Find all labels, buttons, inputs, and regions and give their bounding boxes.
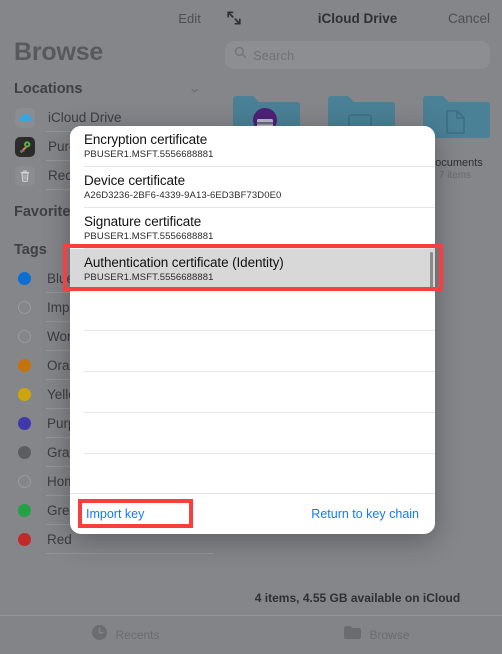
section-header-locations-label: Locations	[14, 81, 83, 97]
certificate-row-empty	[70, 290, 435, 331]
tag-color-dot	[18, 301, 31, 314]
certificate-title: Encryption certificate	[84, 132, 208, 147]
tag-color-dot	[18, 504, 31, 517]
chevron-down-icon[interactable]: ⌄	[188, 83, 200, 95]
certificate-row-device[interactable]: Device certificate A26D3236-2BF6-4339-9A…	[70, 167, 435, 208]
certificate-row-signature[interactable]: Signature certificate PBUSER1.MSFT.55566…	[70, 208, 435, 249]
certificate-title: Device certificate	[84, 173, 185, 188]
tag-color-dot	[18, 417, 31, 430]
sidebar-item-label: iCloud Drive	[48, 110, 122, 125]
search-icon	[234, 46, 247, 64]
tag-color-dot	[18, 330, 31, 343]
section-header-locations[interactable]: Locations ⌄	[0, 67, 213, 103]
tag-color-dot	[18, 272, 31, 285]
section-header-tags-label: Tags	[14, 242, 47, 258]
import-key-button[interactable]: Import key	[86, 507, 144, 521]
tag-label: Red	[47, 532, 72, 547]
tag-color-dot	[18, 446, 31, 459]
return-to-key-chain-button[interactable]: Return to key chain	[311, 507, 419, 521]
certificate-row-empty	[70, 454, 435, 495]
certificate-row-empty	[70, 331, 435, 372]
certificate-title: Authentication certificate (Identity)	[84, 255, 284, 270]
status-text: 4 items, 4.55 GB available on iCloud	[254, 591, 461, 605]
trash-icon	[14, 165, 36, 187]
certificate-row-empty	[70, 372, 435, 413]
tab-bar: Recents Browse	[0, 615, 502, 654]
tab-recents-label: Recents	[115, 628, 160, 642]
tab-recents[interactable]: Recents	[0, 616, 251, 654]
page-title: Browse	[14, 38, 104, 66]
search-placeholder: Search	[253, 47, 295, 63]
tag-color-dot	[18, 359, 31, 372]
certificate-subtitle: PBUSER1.MSFT.5556688881	[84, 272, 214, 283]
divider	[46, 553, 213, 554]
certificate-row-empty	[70, 413, 435, 454]
tab-browse[interactable]: Browse	[251, 616, 502, 654]
sidebar-topbar: Edit	[0, 0, 213, 36]
content-topbar: iCloud Drive Cancel	[213, 0, 502, 36]
modal-footer: Import key Return to key chain	[70, 493, 435, 534]
folder-icon	[343, 624, 362, 646]
tag-color-dot	[18, 388, 31, 401]
tag-color-dot	[18, 475, 31, 488]
section-header-favorites-label: Favorites	[14, 204, 79, 220]
search-input[interactable]: Search	[225, 41, 490, 69]
certificate-picker-modal: Encryption certificate PBUSER1.MSFT.5556…	[70, 126, 435, 534]
certificate-subtitle: PBUSER1.MSFT.5556688881	[84, 231, 214, 242]
scrollbar-thumb[interactable]	[429, 252, 433, 288]
certificate-subtitle: PBUSER1.MSFT.5556688881	[84, 149, 214, 160]
certificate-subtitle: A26D3236-2BF6-4339-9A13-6ED3BF73D0E0	[84, 190, 282, 201]
certificate-list[interactable]: Encryption certificate PBUSER1.MSFT.5556…	[70, 126, 435, 495]
tag-color-dot	[18, 533, 31, 546]
edit-button[interactable]: Edit	[178, 11, 201, 26]
certificate-row-authentication[interactable]: Authentication certificate (Identity) PB…	[70, 249, 435, 290]
tab-browse-label: Browse	[369, 628, 410, 642]
icloud-icon	[14, 107, 36, 129]
purebred-app-icon	[14, 136, 36, 158]
clock-icon	[91, 624, 108, 646]
certificate-row-encryption[interactable]: Encryption certificate PBUSER1.MSFT.5556…	[70, 126, 435, 167]
cancel-button[interactable]: Cancel	[448, 11, 490, 26]
certificate-title: Signature certificate	[84, 214, 202, 229]
